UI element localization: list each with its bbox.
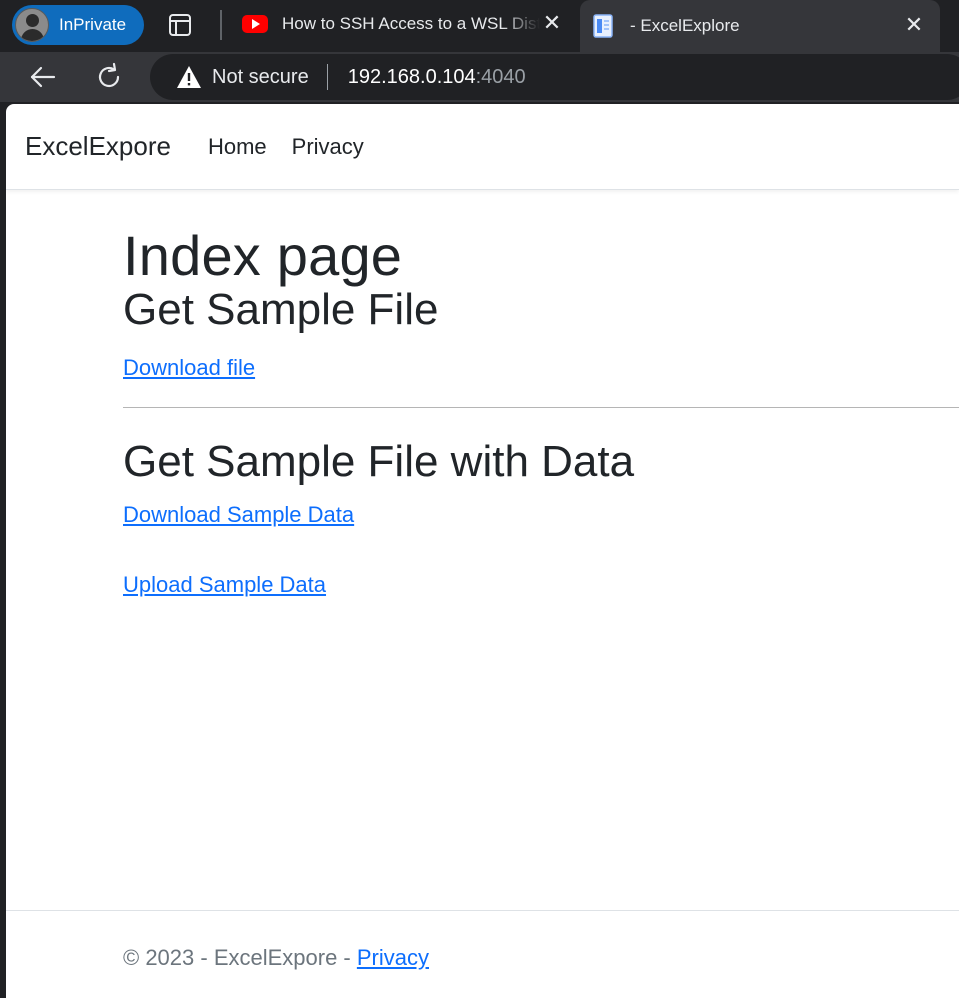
security-status-label[interactable]: Not secure [212, 66, 309, 89]
inprivate-profile-button[interactable]: InPrivate [12, 5, 144, 45]
section-divider [123, 407, 959, 409]
footer-text: © 2023 - ExcelExpore - Privacy [123, 945, 429, 971]
address-bar[interactable]: Not secure 192.168.0.104 :4040 [150, 54, 959, 100]
tab-youtube[interactable]: How to SSH Access to a WSL Distro ✕ [232, 0, 578, 48]
profile-avatar-icon [15, 8, 49, 42]
address-divider [326, 64, 328, 90]
section-heading-sample-file: Get Sample File [123, 285, 439, 335]
tab-excelexplore[interactable]: - ExcelExplore ✕ [580, 0, 940, 52]
site-footer: © 2023 - ExcelExpore - Privacy [6, 910, 959, 998]
upload-sample-data-link[interactable]: Upload Sample Data [123, 572, 326, 598]
nav-link-privacy[interactable]: Privacy [292, 134, 364, 160]
inprivate-label: InPrivate [59, 15, 127, 34]
url-host: 192.168.0.104 [347, 65, 476, 88]
section-heading-sample-data: Get Sample File with Data [123, 437, 635, 487]
tab-actions-icon[interactable] [166, 12, 194, 38]
tab-separator [220, 10, 222, 40]
close-tab-icon[interactable]: ✕ [540, 12, 564, 36]
footer-privacy-link[interactable]: Privacy [357, 945, 429, 970]
document-icon [590, 13, 616, 39]
tab-title: - ExcelExplore [630, 16, 740, 35]
browser-toolbar: Not secure 192.168.0.104 :4040 [0, 52, 959, 102]
download-file-link[interactable]: Download file [123, 355, 255, 381]
warning-icon[interactable] [176, 65, 202, 89]
page-viewport: ExcelExpore Home Privacy Index page Get … [6, 104, 959, 998]
tab-title: How to SSH Access to a WSL Distro [282, 14, 540, 33]
close-tab-icon[interactable]: ✕ [902, 14, 926, 38]
back-arrow-icon[interactable] [28, 62, 58, 92]
reload-icon[interactable] [94, 62, 124, 92]
site-brand[interactable]: ExcelExpore [25, 131, 171, 162]
download-sample-data-link[interactable]: Download Sample Data [123, 502, 354, 528]
site-navbar: ExcelExpore Home Privacy [6, 104, 959, 190]
main-content: Index page Get Sample File Download file… [123, 190, 959, 598]
browser-tab-bar: InPrivate How to SSH Access to a WSL Dis… [0, 0, 959, 52]
url-port: :4040 [475, 65, 526, 88]
footer-copyright: © 2023 - ExcelExpore - [123, 945, 357, 970]
page-title: Index page [123, 224, 403, 287]
youtube-icon [242, 11, 268, 37]
nav-link-home[interactable]: Home [208, 134, 267, 160]
